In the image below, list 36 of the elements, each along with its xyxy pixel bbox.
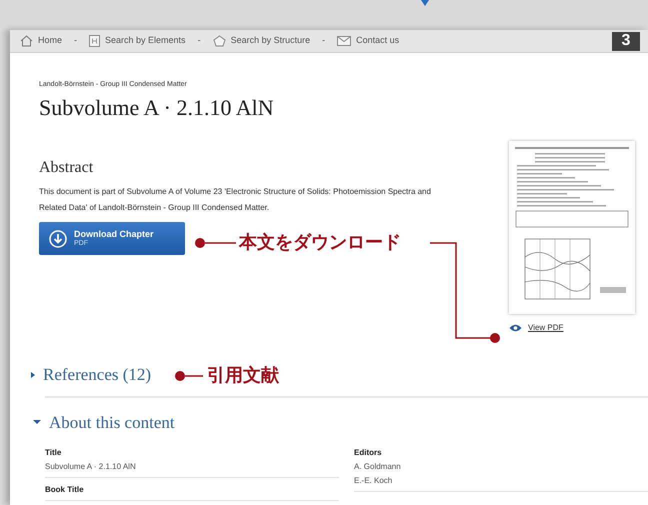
annotation-label: 引用文献 <box>207 364 279 387</box>
pointer-icon <box>421 0 429 6</box>
eye-icon <box>509 324 522 332</box>
marker-dot <box>490 333 500 343</box>
nav-separator: - <box>196 34 202 48</box>
leader-line <box>205 242 236 244</box>
abstract-text: This document is part of Subvolume A of Volume 23 'Electronic Structure of Solids: Photoemission Spectra and Related Data' of Landolt-Börnstein - Group III Condensed Matter. <box>39 186 432 214</box>
nav-link[interactable]: Home <box>20 34 62 48</box>
section-toggle[interactable]: References (12) <box>31 362 152 388</box>
view-pdf-link[interactable]: View PDF <box>509 322 635 334</box>
download-icon <box>49 230 67 248</box>
page-title: Subvolume A · 2.1.10 AlN <box>39 94 275 121</box>
pdf-preview-drawing[interactable] <box>509 141 635 314</box>
nav-link[interactable]: Search by Structure <box>212 34 310 48</box>
marker-dot <box>175 371 185 381</box>
step-badge: 3 <box>612 32 640 50</box>
nav-separator: - <box>73 34 78 48</box>
annotation-label: 本文をダウンロード <box>239 231 401 254</box>
element-icon <box>89 35 100 47</box>
nav-link[interactable]: Contact us <box>337 34 400 48</box>
abstract-heading: Abstract <box>39 158 94 178</box>
section-toggle[interactable]: About this content <box>33 410 175 435</box>
mail-icon <box>337 36 352 46</box>
field-value: A. Goldmann <box>354 461 402 473</box>
field-value: Subvolume A · 2.1.10 AlN <box>45 461 137 473</box>
home-icon <box>20 35 33 47</box>
field-label: Editors <box>354 447 383 459</box>
leader-line <box>185 375 203 377</box>
field-label: Title <box>45 447 62 459</box>
nav-separator: - <box>321 34 326 48</box>
field-value: E.-E. Koch <box>354 475 394 487</box>
nav-link[interactable]: Search by Elements <box>89 34 186 48</box>
field-label: Book Title <box>45 484 85 496</box>
button-label: Download Chapter <box>74 228 154 238</box>
pentagon-icon <box>212 35 226 47</box>
marker-dot <box>195 238 205 248</box>
